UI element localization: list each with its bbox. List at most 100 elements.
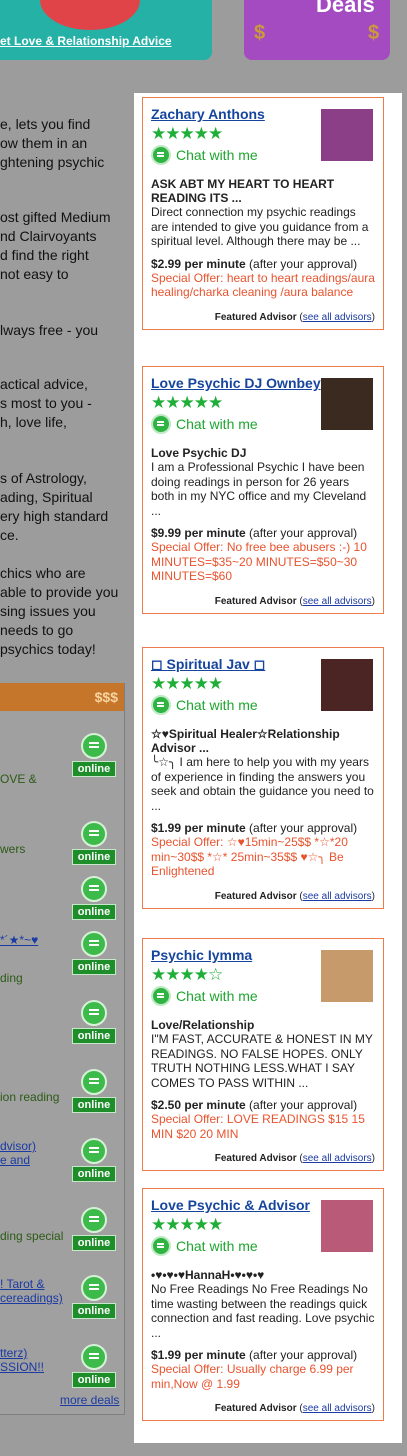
featured-advisor-label: Featured Advisor <box>214 1403 297 1414</box>
love-advice-banner[interactable]: et Love & Relationship Advice <box>0 0 212 60</box>
advisor-description: ╰☆╮ I am here to help you with my years … <box>151 755 374 813</box>
deal-link[interactable]: tterz) <box>0 1346 27 1360</box>
online-badge: online <box>72 761 116 777</box>
see-all-advisors-link[interactable]: see all advisors <box>303 596 372 607</box>
card-footer: Featured Advisor (see all advisors) <box>214 1403 375 1414</box>
advisor-card: Love Psychic DJ Ownbey ★★★★★ Chat with me L… <box>142 366 384 614</box>
online-badge: online <box>72 904 116 920</box>
chat-bubble-icon[interactable] <box>81 876 107 902</box>
featured-advisor-label: Featured Advisor <box>214 595 297 607</box>
advisor-photo[interactable] <box>321 378 373 430</box>
deal-text[interactable]: tterz) SSION!! <box>0 1346 44 1374</box>
online-status[interactable]: online <box>72 1207 116 1251</box>
price-note: (after your approval) <box>245 1348 358 1362</box>
online-status[interactable]: online <box>72 876 116 920</box>
love-advice-link[interactable]: et Love & Relationship Advice <box>0 34 172 48</box>
price-amount: $1.99 per minute <box>151 821 246 835</box>
advisor-headline: Love Psychic DJ <box>151 446 247 460</box>
advisor-name-link[interactable]: ◻ Spiritual Jav ◻ <box>151 656 321 672</box>
deals-banner[interactable]: Deals $ $ <box>244 0 390 60</box>
deal-text: OVE & <box>0 772 37 786</box>
see-all-advisors-link[interactable]: see all advisors <box>303 312 372 323</box>
deal-text[interactable]: dvisor) e and <box>0 1139 36 1167</box>
online-status[interactable]: online <box>72 821 116 865</box>
featured-advisor-label: Featured Advisor <box>214 1153 297 1164</box>
deal-text[interactable]: ! Tarot & cereadings) <box>0 1277 63 1305</box>
chat-label: Chat with me <box>176 416 258 432</box>
advisor-name-link[interactable]: Love Psychic & Advisor <box>151 1197 321 1213</box>
advisor-photo[interactable] <box>321 109 373 161</box>
advisor-name-link[interactable]: Zachary Anthons <box>151 106 321 122</box>
intro-paragraph: ost gifted Medium nd Clairvoyants d find t… <box>0 208 130 284</box>
chat-bubble-icon[interactable] <box>81 1000 107 1026</box>
advisor-description: Direct connection my psychic readings ar… <box>151 205 369 248</box>
online-status[interactable]: online <box>72 1344 116 1388</box>
chat-bubble-icon[interactable] <box>81 1207 107 1233</box>
advisor-headline: ☆♥Spiritual Healer☆Relationship Advisor … <box>151 727 340 755</box>
online-status[interactable]: online <box>72 733 116 777</box>
deal-link[interactable]: *´★*~♥ <box>0 933 38 947</box>
special-offer: Special Offer: ☆♥15min~25$$ *☆*20 min~30… <box>151 835 348 878</box>
online-badge: online <box>72 1303 116 1319</box>
chat-bubble-icon <box>151 145 171 165</box>
deal-label: ding <box>0 971 23 985</box>
featured-advisor-label: Featured Advisor <box>214 311 297 323</box>
deal-link[interactable]: dvisor) <box>0 1139 36 1153</box>
intro-line: ce. <box>0 527 19 543</box>
advisor-price: $2.99 per minute (after your approval) <box>151 257 375 271</box>
chat-label: Chat with me <box>176 1238 258 1254</box>
chat-bubble-icon <box>151 1236 171 1256</box>
advisor-card: Love Psychic & Advisor ★★★★★ Chat with me •… <box>142 1188 384 1421</box>
online-status[interactable]: online <box>72 1069 116 1113</box>
chat-bubble-icon[interactable] <box>81 733 107 759</box>
featured-advisor-label: Featured Advisor <box>214 890 297 902</box>
special-offer: Special Offer: heart to heart readings/a… <box>151 270 375 300</box>
special-offer: Special Offer: LOVE READINGS $15 15 MIN … <box>151 1112 365 1141</box>
price-amount: $1.99 per minute <box>151 1348 246 1362</box>
online-status[interactable]: online <box>72 1138 116 1182</box>
featured-advisors-sidebar: Zachary Anthons ★★★★★ Chat with me ASK ABT … <box>134 93 402 1443</box>
online-status[interactable]: online <box>72 931 116 975</box>
price-amount: $2.50 per minute <box>151 1098 246 1112</box>
card-footer: Featured Advisor (see all advisors) <box>214 595 375 607</box>
chat-label: Chat with me <box>176 988 258 1004</box>
intro-line: sing issues you <box>0 603 96 619</box>
chat-bubble-icon[interactable] <box>81 1275 107 1301</box>
online-status[interactable]: online <box>72 1000 116 1044</box>
advisor-headline: Love/Relationship <box>151 1018 255 1032</box>
advisor-price: $9.99 per minute (after your approval) <box>151 526 375 540</box>
deal-text[interactable]: *´★*~♥ <box>0 933 38 947</box>
chat-bubble-icon[interactable] <box>81 821 107 847</box>
advisor-card: ◻ Spiritual Jav ◻ ★★★★★ Chat with me ☆♥Spir… <box>142 647 384 909</box>
intro-line: e, lets you find <box>0 116 91 132</box>
more-deals-link[interactable]: more deals <box>60 1393 119 1407</box>
chat-label: Chat with me <box>176 697 258 713</box>
advisor-photo[interactable] <box>321 950 373 1002</box>
price-note: (after your approval) <box>245 526 358 540</box>
online-badge: online <box>72 1097 116 1113</box>
advisor-card: Psychic Iymma ★★★★☆ Chat with me Love/Relat… <box>142 938 384 1171</box>
deal-link[interactable]: ! Tarot & <box>0 1277 44 1291</box>
chat-bubble-icon[interactable] <box>81 1344 107 1370</box>
intro-line: chics who are <box>0 565 86 581</box>
see-all-advisors-link[interactable]: see all advisors <box>303 891 372 902</box>
special-offer: Special Offer: No free bee abusers :-) 1… <box>151 540 367 583</box>
advisor-photo[interactable] <box>321 659 373 711</box>
card-footer: Featured Advisor (see all advisors) <box>214 311 375 323</box>
advisor-photo[interactable] <box>321 1200 373 1252</box>
online-badge: online <box>72 1028 116 1044</box>
dollar-icon: $ <box>254 22 266 44</box>
see-all-advisors-link[interactable]: see all advisors <box>303 1153 372 1164</box>
advisor-name-link[interactable]: Love Psychic DJ Ownbey <box>151 375 321 391</box>
online-status[interactable]: online <box>72 1275 116 1319</box>
intro-line: lways free - you <box>0 322 99 338</box>
chat-bubble-icon[interactable] <box>81 1069 107 1095</box>
advisor-name-link[interactable]: Psychic Iymma <box>151 947 321 963</box>
advisor-card: Zachary Anthons ★★★★★ Chat with me ASK ABT … <box>142 97 384 330</box>
intro-line: s most to you - <box>0 395 92 411</box>
advisor-headline: •♥•♥•♥HannaH•♥•♥•♥ <box>151 1268 265 1282</box>
chat-bubble-icon[interactable] <box>81 1138 107 1164</box>
intro-line: d find the right <box>0 247 89 263</box>
chat-bubble-icon[interactable] <box>81 931 107 957</box>
see-all-advisors-link[interactable]: see all advisors <box>303 1403 372 1414</box>
